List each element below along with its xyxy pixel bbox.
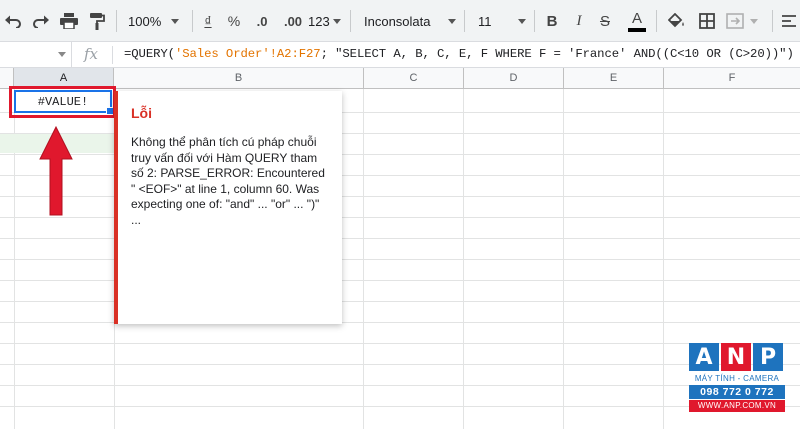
logo-letter-n: N (721, 343, 751, 371)
formula-bar: fx =QUERY('Sales Order'!A2:F27; "SELECT … (0, 42, 800, 68)
zoom-dropdown[interactable]: 100% (128, 8, 184, 34)
zoom-value: 100% (128, 13, 162, 29)
font-size-dropdown[interactable]: 11 (478, 8, 526, 34)
chevron-down-icon (750, 18, 758, 24)
print-icon[interactable] (58, 8, 80, 34)
column-header-b[interactable]: B (114, 68, 364, 89)
merge-cells-icon[interactable] (726, 8, 762, 34)
formula-suffix: ; "SELECT A, B, C, E, F WHERE F = 'Franc… (320, 47, 794, 61)
toolbar-divider (116, 10, 117, 32)
chevron-down-icon (171, 18, 180, 24)
grid-line (0, 385, 800, 386)
font-family-dropdown[interactable]: Inconsolata (364, 8, 456, 34)
more-formats-dropdown[interactable]: 123 (308, 8, 344, 34)
align-left-icon[interactable] (780, 8, 798, 34)
toolbar-divider (772, 10, 773, 32)
anp-logo: A N P MÁY TÍNH - CAMERA 098 772 0 772 WW… (689, 343, 785, 412)
italic-button[interactable]: I (570, 8, 588, 34)
chevron-down-icon (332, 18, 341, 24)
grid-line (0, 343, 800, 344)
logo-tagline: MÁY TÍNH - CAMERA (694, 374, 780, 383)
text-color-swatch (628, 27, 646, 32)
column-header-d[interactable]: D (464, 68, 564, 89)
fx-icon: fx (84, 45, 99, 63)
error-tooltip: Lỗi Không thể phân tích cú pháp chuỗi tr… (114, 91, 342, 324)
formula-range-ref: 'Sales Order'!A2:F27 (174, 47, 321, 61)
text-color-label: A (631, 9, 642, 27)
error-title: Lỗi (131, 105, 152, 121)
undo-icon[interactable] (2, 8, 24, 34)
borders-icon[interactable] (696, 8, 718, 34)
formula-divider (112, 46, 113, 64)
name-box[interactable] (0, 42, 72, 67)
chevron-down-icon (518, 18, 526, 24)
toolbar-divider (192, 10, 193, 32)
logo-phone: 098 772 0 772 (689, 385, 785, 399)
strikethrough-button[interactable]: S (596, 8, 614, 34)
logo-letter-a: A (689, 343, 719, 371)
font-family-value: Inconsolata (364, 13, 431, 29)
formula-input[interactable]: =QUERY('Sales Order'!A2:F27; "SELECT A, … (124, 47, 794, 61)
toolbar-divider (534, 10, 535, 32)
toolbar-divider (656, 10, 657, 32)
logo-letters: A N P (689, 343, 785, 371)
fill-color-icon[interactable] (666, 8, 688, 34)
column-header-e[interactable]: E (564, 68, 664, 89)
chevron-down-icon (58, 52, 66, 57)
chevron-down-icon (448, 18, 456, 24)
grid-line (0, 364, 800, 365)
error-message: Không thể phân tích cú pháp chuỗi truy v… (131, 135, 325, 227)
increase-decimal-button[interactable]: .00 (280, 8, 306, 34)
currency-button[interactable]: ₫ (200, 8, 216, 34)
highlight-box (9, 86, 116, 118)
decrease-decimal-button[interactable]: .0 (251, 8, 273, 34)
percent-button[interactable]: % (225, 8, 243, 34)
bold-button[interactable]: B (543, 8, 561, 34)
column-header-f[interactable]: F (664, 68, 800, 89)
column-header-c[interactable]: C (364, 68, 464, 89)
formula-prefix: =QUERY( (124, 47, 175, 61)
font-size-value: 11 (478, 13, 492, 29)
toolbar: 100% ₫ % .0 .00 123 Inconsolata 11 B I S… (0, 0, 800, 42)
logo-website: WWW.ANP.COM.VN (689, 400, 785, 412)
more-formats-label: 123 (308, 13, 330, 29)
toolbar-divider (350, 10, 351, 32)
grid-line (0, 406, 800, 407)
text-color-button[interactable]: A (626, 8, 648, 34)
logo-letter-p: P (753, 343, 783, 371)
redo-icon[interactable] (30, 8, 52, 34)
toolbar-divider (464, 10, 465, 32)
paint-format-icon[interactable] (86, 8, 108, 34)
arrow-up-icon (38, 125, 74, 222)
